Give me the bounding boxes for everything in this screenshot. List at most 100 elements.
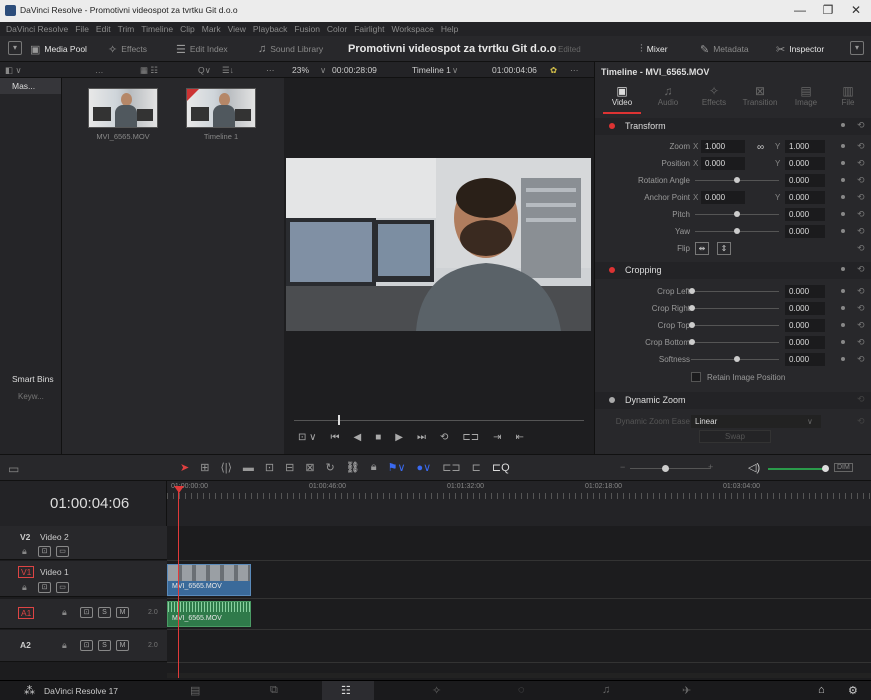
position-y-field[interactable]: 0.000 [785, 157, 825, 170]
settings-gear-icon[interactable]: ⚙ [848, 684, 858, 697]
flag-icon[interactable]: ⚑∨ [388, 461, 406, 474]
timeline-selector[interactable]: Timeline 1 [412, 65, 451, 75]
edit-page-tab[interactable]: ☷ [322, 681, 374, 700]
viewer-mode-icon[interactable]: ⊡ ∨ [298, 432, 316, 443]
menu-view[interactable]: View [228, 24, 246, 34]
menu-trim[interactable]: Trim [118, 24, 135, 34]
zoom-y-field[interactable]: 1.000 [785, 140, 825, 153]
go-to-start-icon[interactable]: ⏮ [330, 432, 339, 443]
sort-icon[interactable]: ☰↓ [222, 65, 234, 76]
dynamic-zoom-ease-select[interactable]: Linear [691, 415, 821, 428]
retain-checkbox[interactable] [691, 372, 701, 382]
chevron-down-icon[interactable]: ∨ [320, 65, 326, 76]
menu-file[interactable]: File [75, 24, 89, 34]
speaker-icon[interactable]: ◁) [748, 461, 760, 474]
tab-file[interactable]: ▥ File [829, 84, 867, 107]
volume-slider[interactable] [768, 468, 826, 470]
crop-right-field[interactable]: 0.000 [785, 302, 825, 315]
edit-index-button[interactable]: ☰ Edit Index [176, 40, 228, 58]
crop-left-slider[interactable] [691, 291, 779, 292]
pitch-field[interactable]: 0.000 [785, 208, 825, 221]
collapse-left-icon[interactable]: ▾ [8, 41, 22, 55]
mixer-button[interactable]: ⫶ Mixer [640, 40, 668, 58]
zoom-x-field[interactable]: 1.000 [701, 140, 745, 153]
auto-select-icon[interactable]: ⊡ [38, 582, 51, 593]
replace-clip-icon[interactable]: ⊠ [305, 461, 314, 474]
keyframe-icon[interactable] [841, 144, 845, 148]
timeline-chevron-icon[interactable]: ∨ [452, 65, 458, 76]
keyframe-icon[interactable] [841, 323, 845, 327]
reset-icon[interactable]: ⟲ [857, 416, 865, 427]
minimize-button[interactable]: — [790, 3, 810, 17]
mute-button[interactable]: M [116, 607, 129, 618]
reset-icon[interactable]: ⟲ [857, 286, 865, 297]
play-icon[interactable]: ▶ [395, 432, 403, 443]
mute-button[interactable]: M [116, 640, 129, 651]
keyframe-icon[interactable] [841, 267, 845, 271]
menu-fairlight[interactable]: Fairlight [354, 24, 384, 34]
search-icon[interactable]: Q∨ [198, 65, 211, 76]
zoom-level[interactable]: 23% [292, 65, 309, 75]
inspector-button[interactable]: ✂ Inspector [776, 40, 824, 58]
marker-icon[interactable]: ●∨ [417, 461, 432, 474]
timeline-ruler[interactable]: 01:00:00:00 01:00:46:00 01:01:32:00 01:0… [167, 481, 871, 526]
crop-top-handle[interactable] [689, 322, 695, 328]
menu-fusion[interactable]: Fusion [294, 24, 320, 34]
reset-icon[interactable]: ⟲ [857, 394, 865, 405]
play-reverse-icon[interactable]: ◀ [353, 432, 361, 443]
loop-icon[interactable]: ⟲ [440, 432, 448, 443]
grid-view-icon[interactable]: ▦ ☷ [140, 65, 158, 76]
menu-mark[interactable]: Mark [202, 24, 221, 34]
dynamic-zoom-section-header[interactable]: Dynamic Zoom ⟲ [595, 392, 871, 409]
crop-left-field[interactable]: 0.000 [785, 285, 825, 298]
menu-playback[interactable]: Playback [253, 24, 288, 34]
crop-right-slider[interactable] [691, 308, 779, 309]
reset-icon[interactable]: ⟲ [857, 209, 865, 220]
master-bin[interactable]: Mas... [0, 78, 61, 94]
video-clip[interactable]: MVI_6565.MOV [167, 564, 251, 596]
clip-thumbnail[interactable] [88, 88, 158, 128]
keyframe-icon[interactable] [841, 289, 845, 293]
transform-enable-icon[interactable] [609, 123, 615, 129]
menu-clip[interactable]: Clip [180, 24, 195, 34]
keyframe-icon[interactable] [841, 123, 845, 127]
tab-image[interactable]: ▤ Image [787, 84, 825, 107]
keyframe-icon[interactable] [841, 357, 845, 361]
linked-selection-icon[interactable]: ⛓ [346, 461, 360, 474]
menu-davinci[interactable]: DaVinci Resolve [6, 24, 68, 34]
reset-icon[interactable]: ⟲ [857, 158, 865, 169]
overwrite-clip-icon[interactable]: ⊟ [285, 461, 294, 474]
yaw-slider-handle[interactable] [734, 228, 740, 234]
softness-field[interactable]: 0.000 [785, 353, 825, 366]
reset-icon[interactable]: ⟲ [857, 226, 865, 237]
anchor-y-field[interactable]: 0.000 [785, 191, 825, 204]
mark-in-icon[interactable]: ⇥ [493, 432, 501, 443]
deliver-page-icon[interactable]: ✈ [682, 684, 691, 697]
keyframe-icon[interactable] [841, 340, 845, 344]
reset-icon[interactable]: ⟲ [857, 175, 865, 186]
viewer-more-icon[interactable]: ⋯ [570, 65, 579, 76]
flip-horizontal-icon[interactable]: ⇹ [695, 242, 709, 255]
tab-effects[interactable]: ✧ Effects [695, 84, 733, 107]
timeline-zoom-handle[interactable] [662, 465, 669, 472]
audio-clip[interactable]: MVI_6565.MOV [167, 601, 251, 627]
swap-button[interactable]: Swap [699, 430, 771, 443]
position-x-field[interactable]: 0.000 [701, 157, 745, 170]
auto-select-icon[interactable]: ⊡ [80, 640, 93, 651]
keyframe-icon[interactable] [841, 195, 845, 199]
zoom-out-icon[interactable]: − [620, 462, 625, 472]
yaw-field[interactable]: 0.000 [785, 225, 825, 238]
timeline-zoom-slider[interactable] [630, 468, 710, 469]
pitch-slider-handle[interactable] [734, 211, 740, 217]
reset-icon[interactable]: ⟲ [857, 192, 865, 203]
cut-page-icon[interactable]: ⧉ [270, 684, 278, 697]
dim-button[interactable]: DIM [834, 463, 853, 472]
menu-help[interactable]: Help [441, 24, 458, 34]
volume-handle[interactable] [822, 465, 829, 472]
reset-icon[interactable]: ⟲ [857, 243, 865, 254]
trim-tool-icon[interactable]: ⊞ [200, 461, 209, 474]
lock-icon[interactable]: 🔒︎ [22, 582, 27, 593]
position-lock-icon[interactable]: 🔒︎ [371, 461, 377, 474]
keyframe-icon[interactable] [841, 306, 845, 310]
playhead-handle-icon[interactable] [174, 486, 184, 493]
